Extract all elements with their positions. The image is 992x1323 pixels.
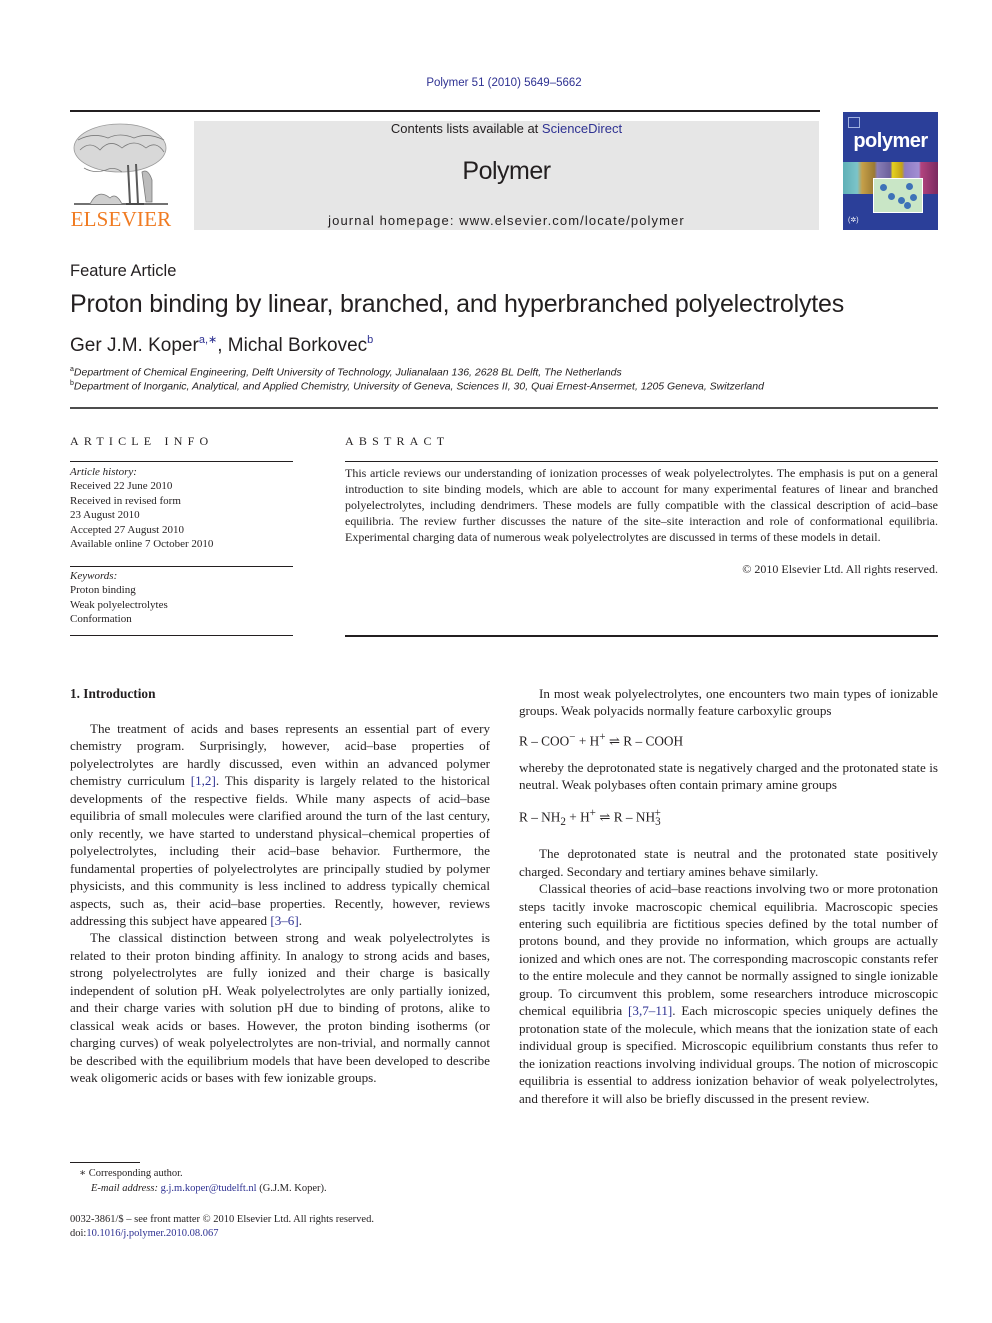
keywords: Keywords: Proton binding Weak polyelectr… (70, 569, 293, 627)
history-item: 23 August 2010 (70, 509, 140, 522)
equation-charge: + (654, 806, 661, 819)
history-item: Received in revised form (70, 494, 181, 507)
article-title: Proton binding by linear, branched, and … (70, 290, 845, 318)
contents-availability: Contents lists available at ScienceDirec… (194, 121, 819, 136)
email-link[interactable]: g.j.m.koper@tudelft.nl (161, 1183, 257, 1194)
equation-term: R – COOH (623, 733, 684, 749)
corresponding-text: Corresponding author. (88, 1168, 183, 1179)
equilibrium-arrow-icon: ⇌ (595, 809, 614, 825)
cover-title: polymer (853, 130, 928, 152)
affiliation-text: Department of Chemical Engineering, Delf… (73, 366, 622, 379)
elsevier-tree-icon (73, 123, 168, 205)
keywords-rule (70, 566, 293, 567)
journal-title: Polymer (462, 157, 551, 185)
cover-inset-figure (873, 178, 923, 213)
paragraph: Classical theories of acid–base reaction… (519, 880, 938, 1107)
keywords-label: Keywords: (70, 570, 118, 582)
abstract-copyright: © 2010 Elsevier Ltd. All rights reserved… (742, 562, 938, 576)
author-affiliation-link[interactable]: b (367, 334, 373, 346)
paragraph: The treatment of acids and bases represe… (70, 720, 490, 929)
paragraph-text: . Each microscopic species uniquely defi… (519, 1003, 938, 1106)
paragraph-text: Classical theories of acid–base reaction… (519, 881, 938, 1019)
cover-badge-icon: (✲) (848, 217, 859, 224)
history-item: Received 22 June 2010 (70, 480, 173, 493)
article-type: Feature Article (70, 262, 177, 280)
equation-term: + H (565, 809, 590, 825)
contents-label: Contents lists available at (390, 121, 542, 136)
article-history: Article history: Received 22 June 2010 R… (70, 465, 293, 551)
journal-masthead: Contents lists available at ScienceDirec… (194, 121, 819, 230)
equilibrium-arrow-icon: ⇌ (605, 733, 624, 749)
elsevier-logo[interactable]: ELSEVIER (70, 120, 172, 232)
paragraph: The classical distinction between strong… (70, 930, 490, 1086)
sciencedirect-link[interactable]: ScienceDirect (542, 121, 622, 136)
doi-link[interactable]: 10.1016/j.polymer.2010.08.067 (86, 1228, 218, 1239)
author-name: Michal Borkovec (227, 335, 368, 356)
paragraph: whereby the deprotonated state is negati… (519, 759, 938, 793)
article-history-label: Article history: (70, 466, 137, 478)
equation-term: R – NH (519, 809, 561, 825)
paragraph-text: . (298, 912, 302, 928)
author-name: Ger J.M. Koper (70, 335, 199, 356)
doi-label: doi: (70, 1228, 87, 1239)
abstract-text: This article reviews our understanding o… (345, 466, 938, 544)
keyword-item: Weak polyelectrolytes (70, 598, 168, 611)
citation-link[interactable]: [3,7–11] (628, 1003, 672, 1018)
author-separator: , (217, 335, 228, 356)
citation-link[interactable]: [1,2] (191, 773, 216, 788)
abstract-rule (345, 461, 938, 462)
paragraph: In most weak polyelectrolytes, one encou… (519, 686, 938, 719)
affiliation-text: Department of Inorganic, Analytical, and… (73, 380, 764, 393)
paragraph: The deprotonated state is neutral and th… (519, 846, 938, 879)
equation-carboxylic: R – COO− + H+ ⇌ R – COOH (519, 729, 938, 750)
doi-note: doi:10.1016/j.polymer.2010.08.067 (70, 1226, 218, 1241)
corresponding-author-note: ∗ Corresponding author. (70, 1166, 183, 1181)
title-divider (70, 407, 938, 409)
article-info-heading: ARTICLE INFO (70, 434, 214, 448)
journal-cover-image[interactable]: polymer (✲) (843, 112, 938, 230)
author-list: Ger J.M. Kopera,∗, Michal Borkovecb (70, 333, 373, 357)
journal-reference-link[interactable]: Polymer 51 (2010) 5649–5662 (0, 77, 992, 89)
affiliation-a: aDepartment of Chemical Engineering, Del… (70, 366, 622, 379)
section-heading-introduction: 1. Introduction (70, 686, 156, 701)
equation-term: + H (575, 733, 600, 749)
journal-homepage[interactable]: journal homepage: www.elsevier.com/locat… (194, 213, 819, 228)
equation-amine: R – NH2 + H+ ⇌ R – NH3+ (519, 805, 938, 832)
history-item: Available online 7 October 2010 (70, 538, 214, 551)
abstract-heading: ABSTRACT (345, 434, 450, 448)
footnote-rule (70, 1162, 140, 1163)
front-matter-note: 0032-3861/$ – see front matter © 2010 El… (70, 1214, 374, 1225)
equation-term: R – NH (613, 809, 656, 825)
keyword-item: Proton binding (70, 584, 136, 597)
email-label: E-mail address: (91, 1183, 158, 1194)
cover-publisher-icon (848, 117, 860, 128)
abstract-bottom-rule (345, 635, 938, 637)
email-suffix: (G.J.M. Koper). (256, 1183, 327, 1194)
left-column: The treatment of acids and bases represe… (70, 720, 490, 1087)
corresponding-mark: ∗ (79, 1168, 87, 1179)
right-column: In most weak polyelectrolytes, one encou… (519, 685, 938, 1107)
header-rule (70, 110, 820, 112)
keyword-item: Conformation (70, 613, 132, 626)
article-info-bottom-rule (70, 635, 293, 636)
email-note: E-mail address: g.j.m.koper@tudelft.nl (… (91, 1181, 327, 1196)
affiliation-b: bDepartment of Inorganic, Analytical, an… (70, 380, 764, 393)
elsevier-wordmark: ELSEVIER (70, 207, 172, 231)
citation-link[interactable]: [3–6] (270, 913, 298, 928)
history-item: Accepted 27 August 2010 (70, 523, 184, 536)
equation-term: R – COO (519, 733, 570, 749)
paragraph-text: . This disparity is largely related to t… (70, 773, 490, 928)
author-affiliation-link[interactable]: a,∗ (199, 334, 217, 346)
article-info-rule (70, 461, 293, 462)
